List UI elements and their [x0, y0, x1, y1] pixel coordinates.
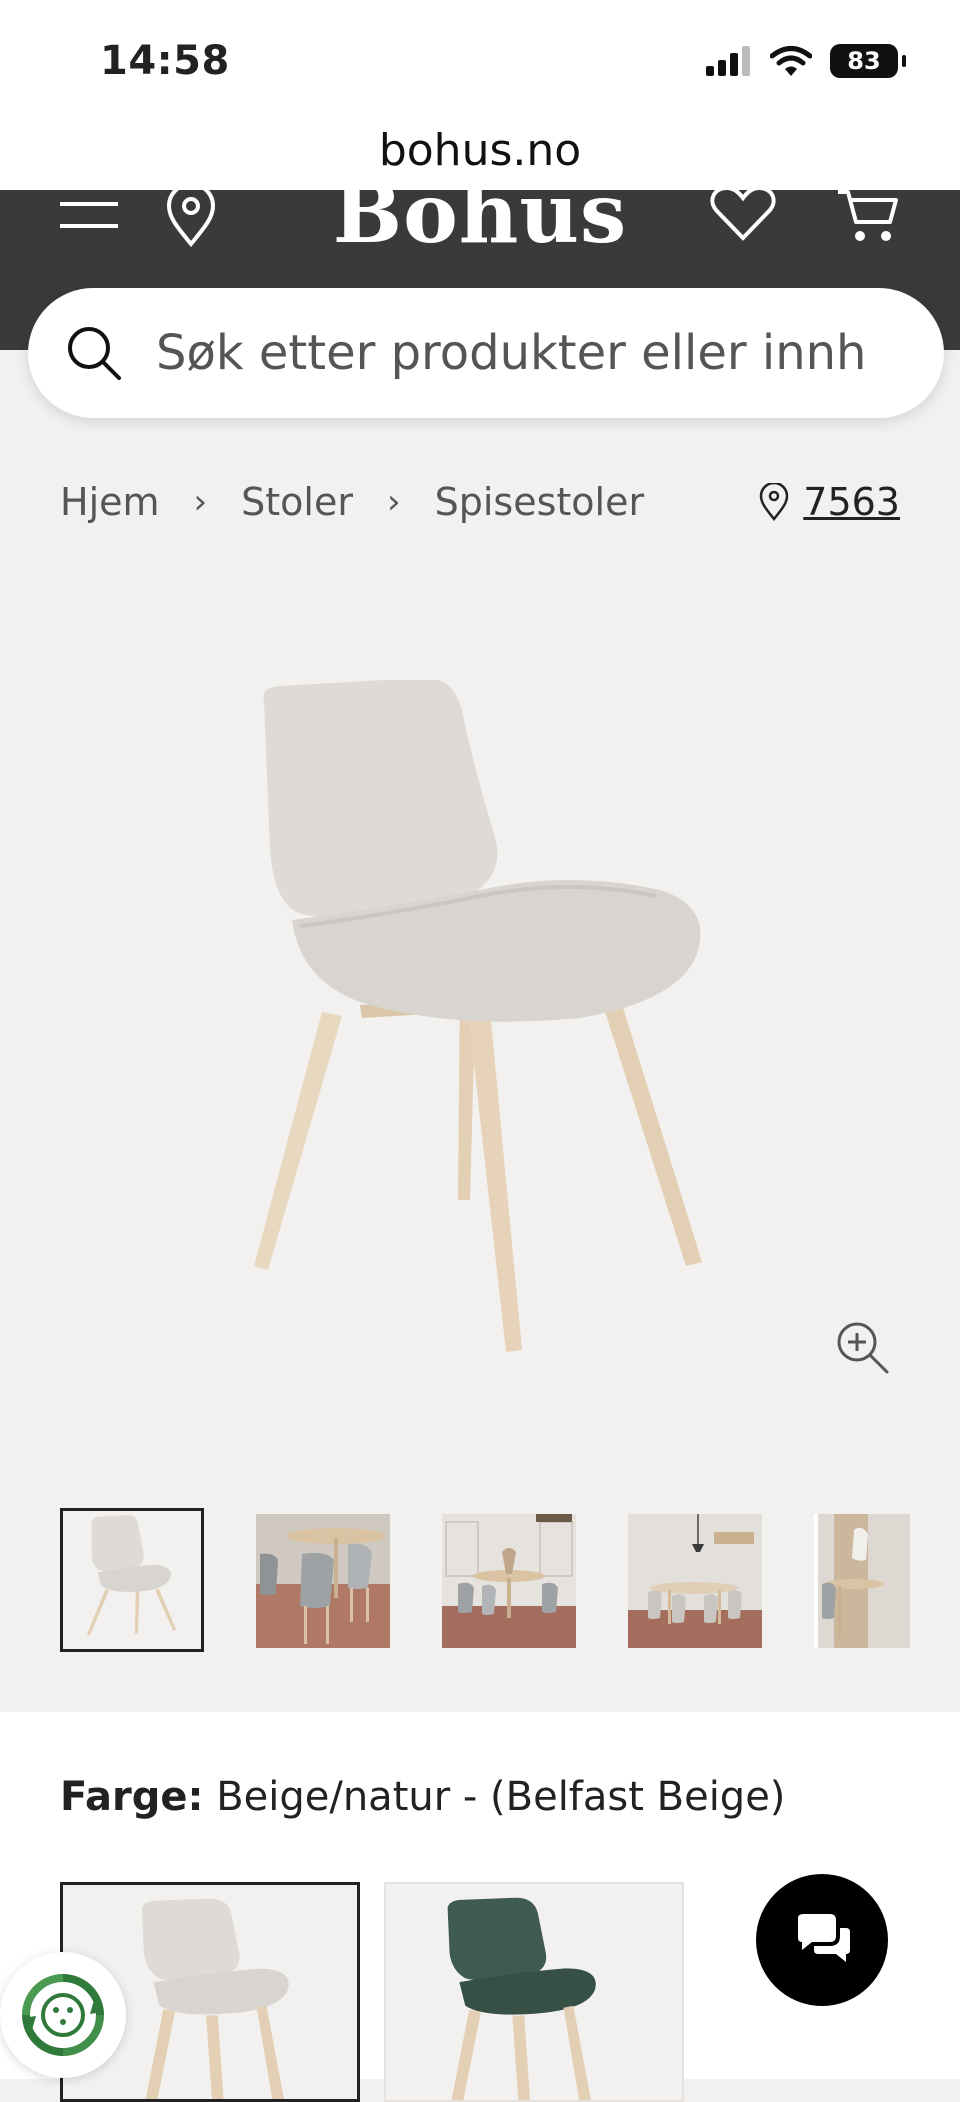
signal-icon [706, 46, 750, 76]
search-input[interactable]: Søk etter produkter eller innh [156, 325, 936, 381]
status-time: 14:58 [100, 38, 230, 84]
recycle-icon [22, 1974, 104, 2056]
status-icons: 83 [706, 44, 906, 78]
color-swatch-green[interactable] [384, 1882, 684, 2102]
color-selection-label: Farge: Beige/natur - (Belfast Beige) [60, 1774, 785, 1820]
thumbnail-4[interactable] [628, 1514, 762, 1648]
store-selector[interactable]: 7563 [759, 480, 900, 524]
color-label: Farge: [60, 1774, 204, 1820]
status-bar: 14:58 83 [0, 0, 960, 120]
thumbnail-strip [60, 1508, 910, 1654]
search-icon [68, 327, 121, 380]
eco-badge[interactable] [0, 1952, 126, 2078]
heart-icon[interactable] [710, 186, 776, 242]
site-logo[interactable]: Bohus [0, 166, 960, 262]
chevron-right-icon: › [386, 482, 401, 522]
zoom-in-icon[interactable] [835, 1320, 891, 1376]
breadcrumb-dining-chairs[interactable]: Spisestoler [435, 480, 644, 524]
battery-indicator: 83 [830, 44, 906, 78]
store-number[interactable]: 7563 [803, 480, 900, 524]
thumbnail-2[interactable] [256, 1514, 390, 1648]
thumbnail-5[interactable] [814, 1514, 910, 1648]
breadcrumb-chairs[interactable]: Stoler [241, 480, 353, 524]
breadcrumb-home[interactable]: Hjem [60, 480, 160, 524]
search-bar[interactable]: Søk etter produkter eller innh [28, 288, 944, 418]
chat-button[interactable] [756, 1874, 888, 2006]
breadcrumb: Hjem › Stoler › Spisestoler [60, 480, 644, 524]
wifi-icon [770, 46, 812, 76]
thumbnail-1[interactable] [60, 1508, 204, 1652]
thumbnail-3[interactable] [442, 1514, 576, 1648]
chat-icon [798, 1914, 850, 1962]
product-image[interactable] [240, 680, 720, 1360]
location-pin-icon [760, 483, 789, 521]
color-value: Beige/natur - (Belfast Beige) [216, 1774, 786, 1820]
chevron-right-icon: › [193, 482, 208, 522]
cart-icon[interactable] [836, 186, 898, 246]
